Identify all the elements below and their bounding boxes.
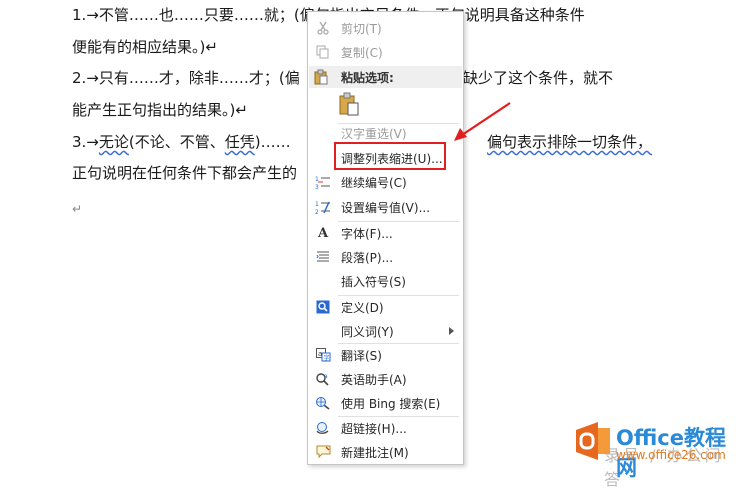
- hyperlink-icon: [309, 417, 337, 439]
- continue-numbering-icon: 13: [309, 171, 337, 193]
- menu-item-spacer: [309, 320, 337, 342]
- define-icon: [309, 296, 337, 318]
- doc-line-5-end: )……: [254, 133, 291, 151]
- doc-word-wulun: 无论: [98, 133, 129, 151]
- menu-item-bing-search-label: 使用 Bing 搜索(E): [341, 396, 441, 411]
- paragraph-mark: ↵: [72, 202, 83, 216]
- translate-icon: a字: [309, 344, 337, 366]
- menu-item-paragraph[interactable]: 段落(P)...: [309, 246, 462, 268]
- menu-item-continue-numbering-label: 继续编号(C): [341, 175, 407, 190]
- paragraph-icon: [309, 246, 337, 268]
- menu-item-font-label: 字体(F)...: [341, 226, 393, 241]
- menu-item-hanzi-reselect-label: 汉字重选(V): [341, 126, 407, 141]
- menu-item-hyperlink[interactable]: 超链接(H)...: [309, 417, 462, 439]
- doc-line-2: 便能有的相应结果。)↵: [72, 38, 218, 56]
- menu-item-english-assistant[interactable]: a 英语助手(A): [309, 368, 462, 390]
- doc-line-5: 3.→无论(不论、不管、任凭)……: [72, 132, 291, 152]
- font-icon: A: [317, 225, 329, 241]
- doc-word-renping: 任凭: [224, 133, 255, 151]
- menu-item-copy-label: 复制(C): [341, 45, 383, 60]
- menu-item-define[interactable]: 定义(D): [309, 296, 462, 318]
- menu-item-set-numbering-value[interactable]: 12 设置编号值(V)...: [309, 196, 462, 218]
- menu-item-spacer: [309, 147, 337, 169]
- menu-item-translate[interactable]: a字 翻译(S): [309, 344, 462, 366]
- paste-options-header: 粘贴选项:: [309, 66, 462, 88]
- menu-item-synonyms-label: 同义词(Y): [341, 324, 394, 339]
- doc-line-5-mid: (不论、不管、: [128, 133, 225, 151]
- menu-item-continue-numbering[interactable]: 13 继续编号(C): [309, 171, 462, 193]
- annotation-arrow-icon: [454, 102, 511, 141]
- svg-text:字: 字: [323, 354, 329, 362]
- globe-search-icon: [309, 392, 337, 414]
- menu-item-cut-label: 剪切(T): [341, 21, 382, 36]
- watermark: 录号 / 办公问答 Office教程网 www.office26.com: [568, 418, 738, 489]
- svg-text:2: 2: [315, 209, 319, 215]
- menu-item-insert-symbol-label: 插入符号(S): [341, 274, 406, 289]
- menu-item-cut[interactable]: 剪切(T): [309, 17, 462, 39]
- doc-line-5-prefix: 3.→: [72, 133, 99, 151]
- english-assistant-icon: a: [309, 368, 337, 390]
- menu-item-spacer: [309, 270, 337, 292]
- menu-item-translate-label: 翻译(S): [341, 348, 382, 363]
- paste-icon: [314, 69, 328, 88]
- svg-text:1: 1: [315, 201, 319, 208]
- menu-item-hanzi-reselect[interactable]: 汉字重选(V): [309, 122, 462, 144]
- watermark-url: www.office26.com: [616, 448, 726, 462]
- office-logo-icon: [576, 422, 610, 460]
- doc-line-6: 正句说明在任何条件下都会产生的: [72, 164, 298, 182]
- menu-item-insert-symbol[interactable]: 插入符号(S): [309, 270, 462, 292]
- copy-icon: [309, 41, 337, 63]
- clipboard-icon: [338, 92, 360, 119]
- doc-line-3-tail: 缺少了这个条件，就不: [463, 69, 614, 87]
- menu-item-spacer: [309, 122, 337, 144]
- menu-item-copy[interactable]: 复制(C): [309, 41, 462, 63]
- svg-text:a: a: [324, 373, 328, 380]
- annotation-highlight-box: [334, 142, 446, 170]
- menu-item-bing-search[interactable]: 使用 Bing 搜索(E): [309, 392, 462, 414]
- menu-item-font[interactable]: A 字体(F)...: [309, 222, 462, 244]
- doc-line-4: 能产生正句指出的结果。)↵: [72, 101, 248, 119]
- context-menu: 剪切(T) 复制(C) 粘贴选项: 汉字重选(V) 调整列表缩进(U)... 1…: [307, 11, 464, 465]
- menu-item-synonyms[interactable]: 同义词(Y): [309, 320, 462, 342]
- comment-icon: [309, 441, 337, 463]
- paste-keep-format-button[interactable]: [338, 92, 362, 118]
- menu-item-english-assistant-label: 英语助手(A): [341, 372, 407, 387]
- set-numbering-icon: 12: [309, 196, 337, 218]
- chevron-right-icon: [449, 327, 454, 335]
- svg-text:3: 3: [315, 184, 319, 190]
- menu-item-paragraph-label: 段落(P)...: [341, 250, 394, 265]
- menu-item-hyperlink-label: 超链接(H)...: [341, 421, 407, 436]
- doc-line-3: 2.→只有……才，除非……才；(偏: [72, 69, 300, 87]
- scissors-icon: [309, 17, 337, 39]
- menu-item-define-label: 定义(D): [341, 300, 384, 315]
- menu-item-set-numbering-value-label: 设置编号值(V)...: [341, 200, 431, 215]
- menu-item-new-comment-label: 新建批注(M): [341, 445, 409, 460]
- menu-item-new-comment[interactable]: 新建批注(M): [309, 441, 462, 463]
